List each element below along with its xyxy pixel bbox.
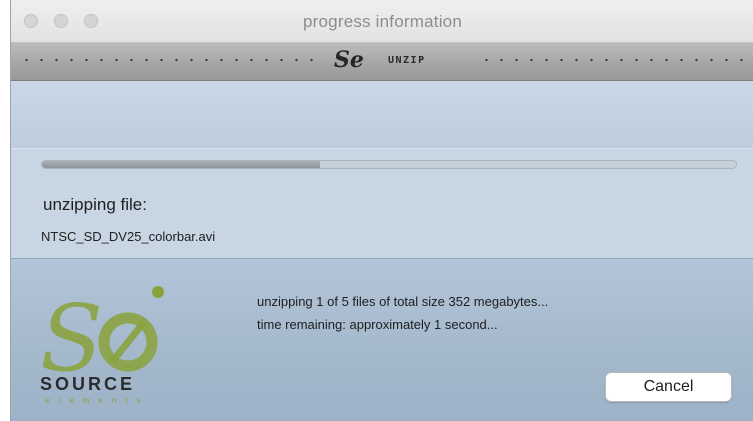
progress-window: progress information Se UNZIP unzipping … <box>10 0 753 421</box>
brand-name: SOURCE <box>40 374 136 394</box>
brand-tagline: elements <box>45 396 150 405</box>
progress-bar-fill <box>42 161 320 168</box>
title-bar[interactable]: progress information <box>11 0 753 43</box>
window-title: progress information <box>303 12 462 31</box>
banner-dots-right <box>479 58 753 62</box>
status-time-line: time remaining: approximately 1 second..… <box>257 317 498 332</box>
progress-bar <box>41 160 737 169</box>
banner-logo: Se <box>334 47 364 73</box>
banner-label: UNZIP <box>388 55 426 66</box>
banner-dots-left <box>19 58 324 62</box>
current-filename: NTSC_SD_DV25_colorbar.avi <box>41 229 216 244</box>
unzipping-label: unzipping file: <box>43 195 147 214</box>
status-files-line: unzipping 1 of 5 files of total size 352… <box>257 294 549 309</box>
banner: Se UNZIP <box>11 43 753 81</box>
cancel-button[interactable]: Cancel <box>605 372 732 402</box>
